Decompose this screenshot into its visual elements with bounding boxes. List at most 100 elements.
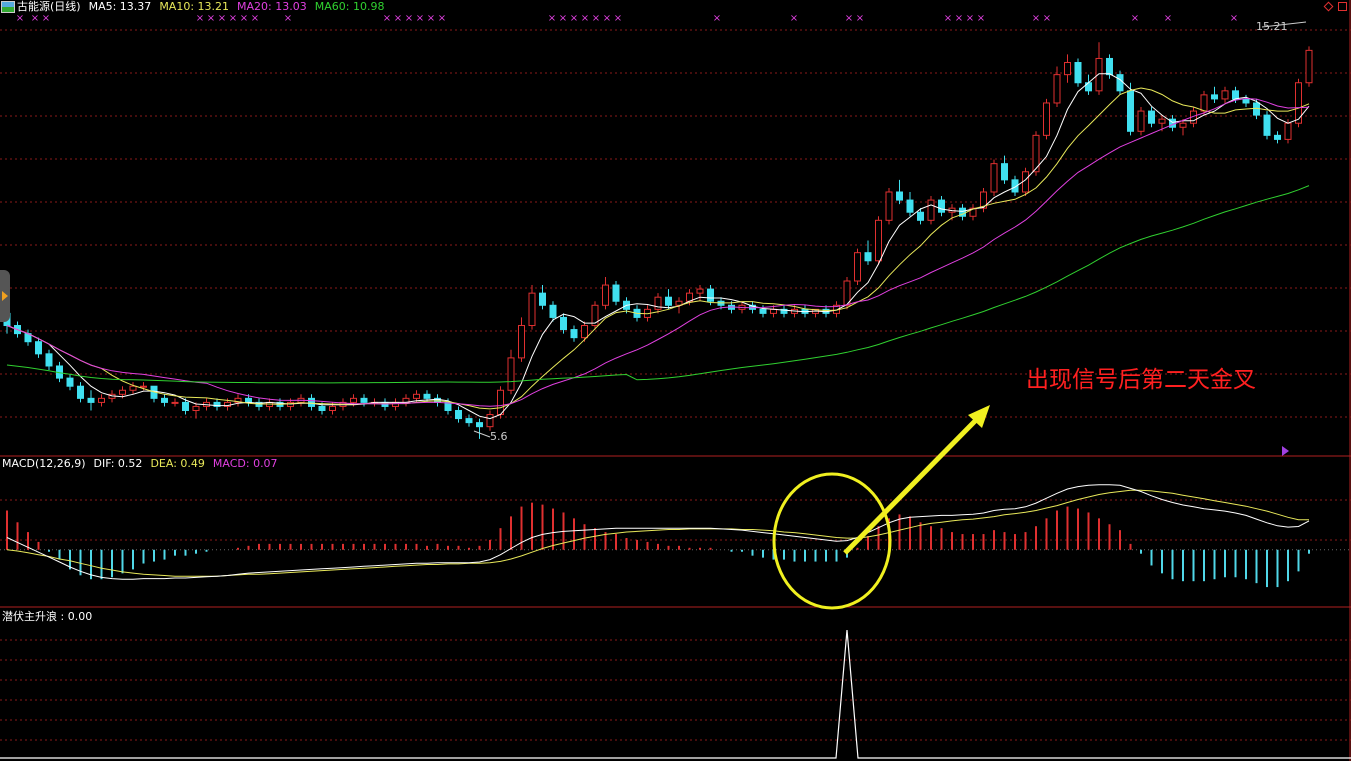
signal-x-marker: × bbox=[1043, 13, 1051, 24]
candle-body bbox=[308, 397, 315, 407]
signal-x-marker: × bbox=[1164, 13, 1172, 24]
maximize-icon[interactable] bbox=[1338, 2, 1347, 11]
candle-body bbox=[360, 397, 368, 403]
candle-body bbox=[906, 199, 914, 213]
candle-body bbox=[927, 199, 935, 221]
signal-x-marker: × bbox=[42, 13, 50, 24]
signal-x-marker: × bbox=[394, 13, 402, 24]
candle-body bbox=[507, 357, 515, 391]
candle-body bbox=[192, 405, 200, 411]
ma60-value: MA60: 10.98 bbox=[314, 0, 385, 13]
candle-body bbox=[1148, 110, 1155, 124]
candle-body bbox=[119, 389, 126, 395]
signal-x-marker: × bbox=[603, 13, 611, 24]
signal-x-marker: × bbox=[713, 13, 721, 24]
candle-body bbox=[990, 163, 998, 193]
dif-line bbox=[6, 484, 1310, 580]
indicator-label: 潜伏主升浪 : 0.00 bbox=[2, 610, 93, 623]
signal-x-marker: × bbox=[416, 13, 424, 24]
candle-body bbox=[1232, 90, 1239, 100]
signal-x-marker: × bbox=[592, 13, 600, 24]
ma5-value: MA5: 13.37 bbox=[88, 0, 152, 13]
price-header: 古能源(日线) MA5: 13.37 MA10: 13.21 MA20: 13.… bbox=[17, 0, 384, 14]
candle-body bbox=[245, 397, 252, 403]
high-price-label: 15.21 bbox=[1256, 20, 1288, 33]
signal-x-marker: × bbox=[218, 13, 226, 24]
candle-body bbox=[560, 316, 567, 331]
signal-x-marker: × bbox=[966, 13, 974, 24]
candle-body bbox=[938, 199, 945, 213]
candle-body bbox=[140, 385, 147, 388]
signal-x-marker: × bbox=[570, 13, 578, 24]
dea-value: DEA: 0.49 bbox=[150, 457, 205, 470]
candle-body bbox=[1158, 118, 1166, 124]
signal-series bbox=[0, 629, 1351, 759]
side-expand-tab[interactable] bbox=[0, 270, 10, 322]
candle-body bbox=[129, 385, 137, 391]
ma60-line bbox=[6, 185, 1310, 384]
candle-body bbox=[465, 418, 473, 424]
candle-body bbox=[1116, 74, 1124, 92]
candle-body bbox=[1001, 163, 1008, 181]
candle-body bbox=[1221, 90, 1229, 100]
golden-cross-annotation: 出现信号后第二天金叉 bbox=[1026, 367, 1256, 393]
signal-x-marker: × bbox=[405, 13, 413, 24]
stock-title: 古能源(日线) bbox=[17, 0, 81, 13]
candle-body bbox=[77, 385, 84, 399]
signal-x-marker: × bbox=[856, 13, 864, 24]
candle-body bbox=[161, 397, 168, 403]
candle-body bbox=[1284, 122, 1292, 140]
signal-x-marker: × bbox=[196, 13, 204, 24]
macd-series bbox=[6, 484, 1310, 588]
candle-body bbox=[182, 401, 189, 411]
candle-body bbox=[707, 288, 714, 302]
signal-x-marker: × bbox=[1032, 13, 1040, 24]
signal-x-marker: × bbox=[383, 13, 391, 24]
ma10-value: MA10: 13.21 bbox=[159, 0, 230, 13]
candle-body bbox=[486, 414, 494, 428]
candle-body bbox=[1043, 102, 1050, 136]
signal-x-marker: × bbox=[790, 13, 798, 24]
candle-body bbox=[665, 296, 672, 306]
candle-body bbox=[87, 397, 95, 403]
candle-body bbox=[35, 341, 42, 355]
signal-x-marker: × bbox=[559, 13, 567, 24]
signal-x-marker: × bbox=[977, 13, 985, 24]
candle-body bbox=[392, 401, 399, 407]
candle-body bbox=[602, 284, 609, 306]
signal-x-marker: × bbox=[251, 13, 259, 24]
candle-body bbox=[1242, 98, 1250, 104]
dea-line bbox=[6, 489, 1309, 577]
candle-body bbox=[455, 409, 462, 420]
candle-body bbox=[1179, 122, 1187, 128]
candle-body bbox=[1053, 74, 1061, 104]
candle-body bbox=[413, 393, 420, 399]
candle-body bbox=[1305, 49, 1313, 84]
candle-body bbox=[423, 393, 431, 399]
candle-body bbox=[98, 397, 105, 403]
ma20-value: MA20: 13.03 bbox=[237, 0, 307, 13]
signal-x-marker: × bbox=[240, 13, 248, 24]
candle-body bbox=[696, 288, 704, 294]
macd-header: MACD(12,26,9) DIF: 0.52 DEA: 0.49 MACD: … bbox=[2, 457, 278, 471]
dif-value: DIF: 0.52 bbox=[93, 457, 143, 470]
signal-spike bbox=[0, 629, 1351, 759]
candle-body bbox=[1095, 57, 1103, 92]
candle-body bbox=[171, 401, 179, 404]
candle-body bbox=[1127, 90, 1134, 132]
signal-x-marker: × bbox=[16, 13, 24, 24]
signal-x-marker: × bbox=[614, 13, 622, 24]
candle-body bbox=[66, 377, 74, 387]
candle-body bbox=[539, 292, 546, 306]
signal-x-marker: × bbox=[1131, 13, 1139, 24]
signal-x-marker: × bbox=[944, 13, 952, 24]
signal-x-marker: × bbox=[31, 13, 39, 24]
candle-body bbox=[854, 252, 861, 282]
candle-body bbox=[612, 284, 620, 302]
candle-body bbox=[917, 211, 924, 221]
signal-x-marker: × bbox=[427, 13, 435, 24]
signal-x-marker: × bbox=[207, 13, 215, 24]
candle-body bbox=[896, 191, 903, 201]
candle-body bbox=[518, 325, 525, 359]
candle-body bbox=[1137, 110, 1145, 132]
